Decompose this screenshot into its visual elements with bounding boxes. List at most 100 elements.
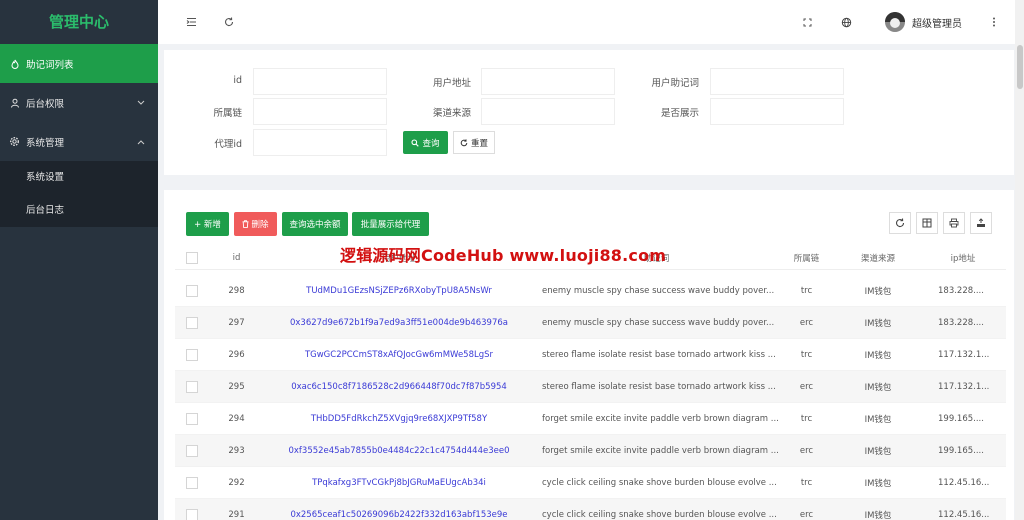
cell-source: IM钱包 <box>864 414 892 425</box>
id-input[interactable] <box>253 68 387 95</box>
cell-chain: erc <box>799 509 814 520</box>
cell-ip: 117.132.1... <box>938 349 990 360</box>
cell-address[interactable]: 0x2565ceaf1c50269096b2422f332d163abf153e… <box>264 510 534 520</box>
cell-mnemonic: forget smile excite invite paddle verb b… <box>542 445 779 456</box>
cell-source: IM钱包 <box>864 350 892 361</box>
cell-id: 298 <box>228 285 245 296</box>
row-checkbox[interactable] <box>186 284 198 297</box>
cell-address[interactable]: 0xf3552e45ab7855b0e4484c22c1c4754d444e3e… <box>264 446 534 456</box>
row-checkbox[interactable] <box>186 348 198 361</box>
cell-source: IM钱包 <box>864 286 892 297</box>
column-filter-button[interactable] <box>916 212 938 234</box>
cell-mnemonic: enemy muscle spy chase success wave budd… <box>542 317 775 328</box>
cell-source: IM钱包 <box>864 478 892 489</box>
delete-button[interactable]: 删除 <box>234 212 277 236</box>
cell-mnemonic: stereo flame isolate resist base tornado… <box>542 381 776 392</box>
column-header-chain[interactable]: 所属链 <box>779 252 834 264</box>
query-button[interactable]: 查询 <box>403 131 448 154</box>
field-label-mnemonic: 用户助记词 <box>651 78 699 89</box>
top-header: 超级管理员 <box>158 0 1024 44</box>
globe-icon[interactable] <box>839 15 853 29</box>
column-header-ip[interactable]: ip地址 <box>922 252 1004 264</box>
field-label-source: 渠道来源 <box>432 108 471 119</box>
chain-input[interactable] <box>253 98 387 125</box>
cell-address[interactable]: 0x3627d9e672b1f9a7ed9a3ff51e004de9b46397… <box>264 318 534 328</box>
row-checkbox[interactable] <box>186 316 198 329</box>
cell-id: 294 <box>228 413 245 424</box>
cell-chain: trc <box>800 285 813 296</box>
batch-show-to-agent-button[interactable]: 批量展示给代理 <box>352 212 429 236</box>
select-all-checkbox[interactable] <box>186 251 198 264</box>
table-row[interactable]: 298 TUdMDu1GEzsNSjZEPz6RXobyTpU8A5NsWr ene… <box>175 275 1006 307</box>
field-label-id: id <box>233 75 242 86</box>
table-row[interactable]: 293 0xf3552e45ab7855b0e4484c22c1c4754d444… <box>175 435 1006 467</box>
table-row[interactable]: 291 0x2565ceaf1c50269096b2422f332d163abf1… <box>175 499 1006 520</box>
cell-address[interactable]: 0xac6c150c8f7186528c2d966448f70dc7f87b59… <box>264 382 534 392</box>
user-menu[interactable]: 超级管理员 <box>885 12 962 32</box>
row-select-cell <box>175 380 209 393</box>
table-row[interactable]: 296 TGwGC2PCCmST8xAfQJocGw6mMWe58LgSr ster… <box>175 339 1006 371</box>
row-checkbox[interactable] <box>186 380 198 393</box>
menu-fold-icon[interactable] <box>184 15 198 29</box>
print-button[interactable] <box>943 212 965 234</box>
row-checkbox[interactable] <box>186 476 198 489</box>
watermark: 逻辑源码网CodeHub www.luoji88.com <box>340 246 667 265</box>
cell-source: IM钱包 <box>864 510 892 520</box>
cell-ip: 112.45.16... <box>938 509 990 520</box>
display-input[interactable] <box>710 98 844 125</box>
sidebar-item-system[interactable]: 系统管理 <box>0 122 158 161</box>
cell-address[interactable]: THbDD5FdRkchZ5XVgjq9re68XJXP9Tf58Y <box>264 414 534 424</box>
sidebar-item-admin-log[interactable]: 后台日志 <box>0 194 158 227</box>
cell-chain: erc <box>799 317 814 328</box>
agent-id-input[interactable] <box>253 129 387 156</box>
row-select-cell <box>175 508 209 520</box>
app-logo-title: 管理中心 <box>48 13 109 31</box>
sidebar-item-label: 系统管理 <box>26 137 65 149</box>
cell-mnemonic: forget smile excite invite paddle verb b… <box>542 413 779 424</box>
table-row[interactable]: 294 THbDD5FdRkchZ5XVgjq9re68XJXP9Tf58Y for… <box>175 403 1006 435</box>
cell-chain: erc <box>799 445 814 456</box>
field-label-user-address: 用户地址 <box>432 78 471 89</box>
table-row[interactable]: 297 0x3627d9e672b1f9a7ed9a3ff51e004de9b46… <box>175 307 1006 339</box>
refresh-icon[interactable] <box>222 15 236 29</box>
table-refresh-button[interactable] <box>889 212 911 234</box>
mnemonic-input[interactable] <box>710 68 844 95</box>
export-button[interactable] <box>970 212 992 234</box>
table-row[interactable]: 292 TPqkafxg3FTvCGkPj8bJGRuMaEUgcAb34i cyc… <box>175 467 1006 499</box>
sidebar-item-system-settings[interactable]: 系统设置 <box>0 161 158 194</box>
cell-chain: trc <box>800 413 813 424</box>
user-name: 超级管理员 <box>912 18 962 30</box>
column-header-id[interactable]: id <box>209 253 264 263</box>
add-button[interactable]: + 新增 <box>186 212 229 236</box>
chevron-up-icon <box>136 137 146 147</box>
row-checkbox[interactable] <box>186 444 198 457</box>
search-icon <box>411 138 420 147</box>
row-checkbox[interactable] <box>186 412 198 425</box>
fullscreen-icon[interactable] <box>800 15 814 29</box>
cell-address[interactable]: TUdMDu1GEzsNSjZEPz6RXobyTpU8A5NsWr <box>264 286 534 296</box>
user-address-input[interactable] <box>481 68 615 95</box>
system-submenu: 系统设置 后台日志 <box>0 161 158 227</box>
row-checkbox[interactable] <box>186 508 198 520</box>
field-label-chain: 所属链 <box>213 108 242 119</box>
cell-mnemonic: cycle click ceiling snake shove burden b… <box>542 509 777 520</box>
cell-address[interactable]: TGwGC2PCCmST8xAfQJocGw6mMWe58LgSr <box>264 350 534 360</box>
query-selected-balance-button[interactable]: 查询选中余额 <box>282 212 348 236</box>
column-header-source[interactable]: 渠道来源 <box>834 252 922 264</box>
page-scrollbar[interactable] <box>1015 0 1024 520</box>
cell-ip: 112.45.16... <box>938 477 990 488</box>
more-icon[interactable] <box>987 15 1001 29</box>
cell-source: IM钱包 <box>864 318 892 329</box>
sidebar-item-permissions[interactable]: 后台权限 <box>0 83 158 122</box>
cell-ip: 183.228.... <box>938 317 984 328</box>
cell-source: IM钱包 <box>864 446 892 457</box>
reset-button[interactable]: 重置 <box>453 131 495 154</box>
source-input[interactable] <box>481 98 615 125</box>
fire-icon <box>9 58 20 69</box>
table-row[interactable]: 295 0xac6c150c8f7186528c2d966448f70dc7f87… <box>175 371 1006 403</box>
cell-id: 293 <box>228 445 245 456</box>
cell-address[interactable]: TPqkafxg3FTvCGkPj8bJGRuMaEUgcAb34i <box>264 478 534 488</box>
scrollbar-thumb[interactable] <box>1017 45 1023 89</box>
sidebar-item-mnemonic-list[interactable]: 助记词列表 <box>0 44 158 83</box>
row-select-cell <box>175 412 209 425</box>
